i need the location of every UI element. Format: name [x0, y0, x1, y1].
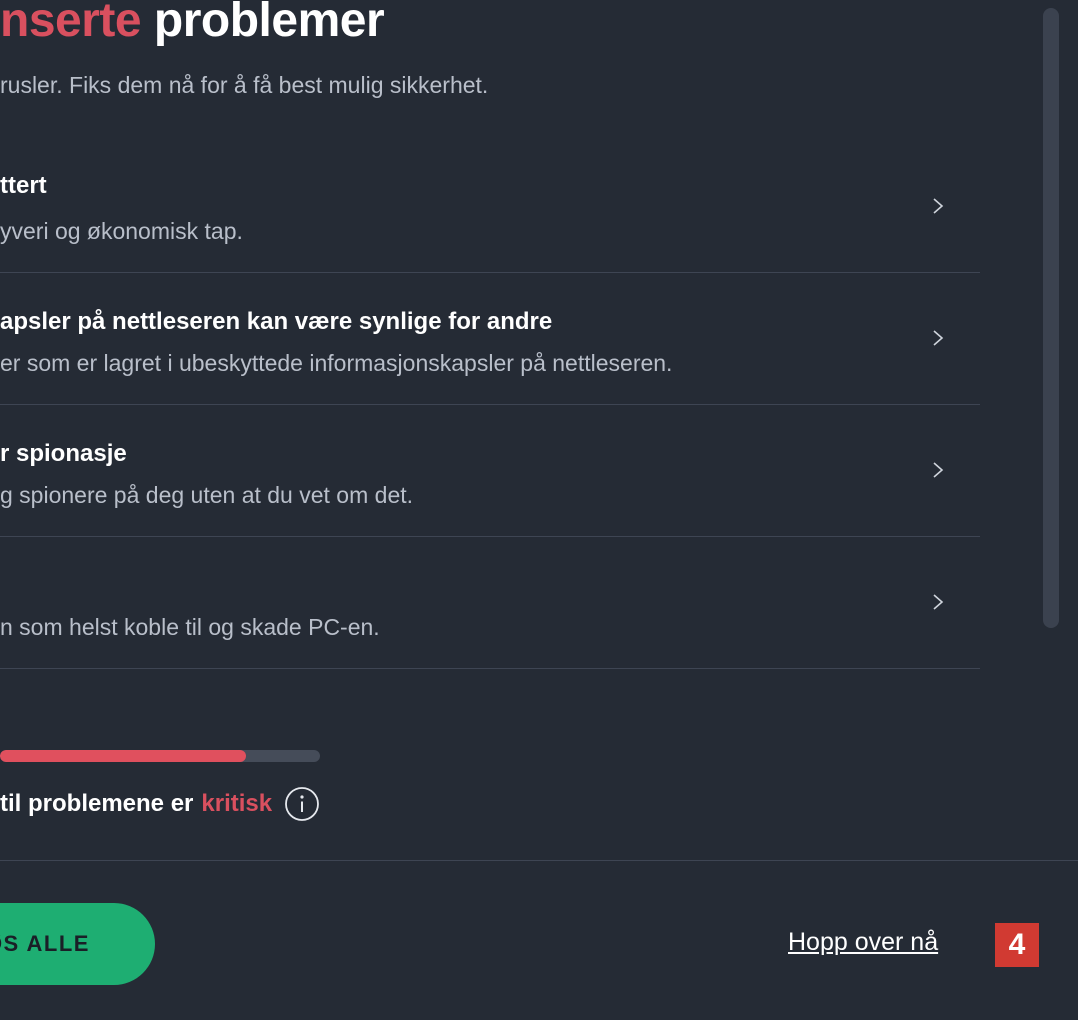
issue-item[interactable]: apsler på nettleseren kan være synlige f… [0, 272, 980, 405]
issues-page: nserte problemer rusler. Fiks dem nå for… [0, 0, 1078, 1020]
chevron-right-icon [933, 198, 944, 214]
footer-divider [0, 860, 1078, 861]
issue-item[interactable]: n som helst koble til og skade PC-en. [0, 536, 980, 669]
page-subtitle: rusler. Fiks dem nå for å få best mulig … [0, 72, 489, 98]
chevron-right-icon [933, 330, 944, 346]
issue-description: yveri og økonomisk tap. [0, 218, 243, 244]
skip-now-link[interactable]: Hopp over nå [788, 928, 938, 957]
scrollbar-thumb[interactable] [1043, 8, 1059, 628]
page-title: nserte problemer [0, 0, 385, 50]
risk-level: kritisk [201, 790, 273, 817]
list-fade [0, 670, 1040, 760]
risk-progress-bar [0, 750, 320, 762]
fix-all-button[interactable]: LØS ALLE [0, 903, 155, 985]
risk-level-line: til problemene er kritisk [0, 786, 320, 822]
issue-title: apsler på nettleseren kan være synlige f… [0, 308, 553, 335]
page-title-accent: nserte [0, 0, 142, 47]
issue-description: er som er lagret i ubeskyttede informasj… [0, 350, 673, 376]
chevron-right-icon [933, 594, 944, 610]
issue-item[interactable]: r spionasje g spionere på deg uten at du… [0, 404, 980, 537]
issue-title: r spionasje [0, 440, 127, 467]
issue-title: ttert [0, 172, 47, 199]
info-icon[interactable] [284, 786, 320, 822]
issue-description: n som helst koble til og skade PC-en. [0, 614, 380, 640]
issue-item[interactable]: ttert yveri og økonomisk tap. [0, 140, 980, 273]
issue-description: g spionere på deg uten at du vet om det. [0, 482, 414, 508]
page-title-rest: problemer [141, 0, 385, 47]
step-badge: 4 [995, 923, 1039, 967]
risk-label: til problemene er [0, 790, 194, 817]
risk-progress-fill [0, 750, 247, 762]
chevron-right-icon [933, 462, 944, 478]
